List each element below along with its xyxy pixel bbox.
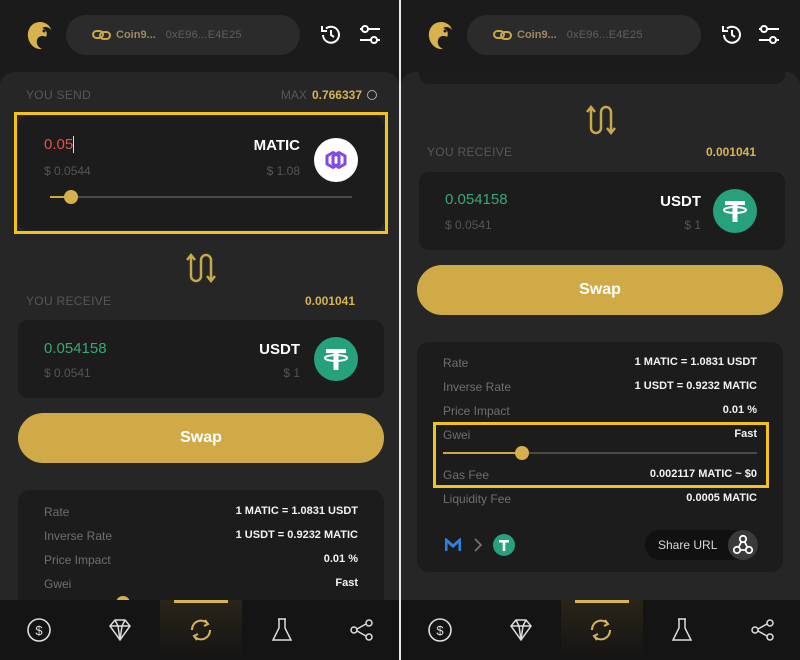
app-header: Coin9... 0xE96...E4E25 (401, 0, 800, 72)
flask-icon[interactable] (268, 616, 296, 644)
receive-amount-usd: $ 0.0541 (445, 218, 492, 232)
swap-button[interactable]: Swap (18, 413, 384, 463)
rate-value: 1 MATIC = 1.0831 USDT (634, 356, 757, 368)
share-nodes-icon[interactable] (348, 616, 376, 644)
nav-active-indicator (575, 600, 629, 603)
sliders-icon[interactable] (357, 22, 383, 48)
bottom-nav: $ (0, 600, 399, 660)
swap-panel-scrolled: YOU RECEIVE 0.001041 0.054158 $ 0.0541 U… (401, 72, 800, 604)
history-icon[interactable] (318, 22, 344, 48)
inverse-rate-label: Inverse Rate (443, 380, 512, 394)
receive-amount: 0.054158 (445, 191, 508, 208)
usdt-route-icon (493, 534, 515, 556)
price-impact-value: 0.01 % (323, 553, 358, 565)
max-balance[interactable]: MAX 0.766337 (281, 88, 377, 102)
swap-cycle-icon[interactable] (587, 616, 615, 644)
swap-direction-icon[interactable] (183, 250, 219, 286)
liquidity-fee-value: 0.0005 MATIC (686, 492, 757, 504)
usdt-token-icon[interactable] (713, 189, 757, 233)
phone-screen-details: Coin9... 0xE96...E4E25 YOU RECEIVE 0.001… (401, 0, 800, 660)
receive-token-price: $ 1 (684, 218, 701, 232)
swap-panel: YOU SEND MAX 0.766337 0.05 $ 0.0544 MATI… (0, 72, 399, 604)
share-nodes-icon[interactable] (749, 616, 777, 644)
price-impact-label: Price Impact (443, 404, 510, 418)
sliders-icon[interactable] (756, 22, 782, 48)
receive-amount: 0.054158 (44, 340, 107, 357)
wallet-address: 0xE96...E4E25 (165, 29, 242, 41)
rate-label: Rate (44, 505, 70, 519)
receive-token-name[interactable]: USDT (259, 341, 300, 358)
inverse-rate-value: 1 USDT = 0.9232 MATIC (634, 380, 757, 392)
receive-amount-usd: $ 0.0541 (44, 366, 91, 380)
dragon-logo-icon[interactable] (425, 20, 457, 52)
send-box-bottom-edge (419, 72, 785, 84)
you-send-label: YOU SEND (26, 88, 92, 102)
phone-screen-send: Coin9... 0xE96...E4E25 YOU SEND MAX 0.76… (0, 0, 399, 660)
link-icon (493, 30, 512, 40)
wallet-name: Coin9... (116, 29, 156, 41)
gwei-label: Gwei (44, 577, 72, 591)
max-value: 0.766337 (311, 88, 362, 102)
receive-rate-value: 0.001041 (304, 294, 355, 308)
rate-label: Rate (443, 356, 469, 370)
swap-button[interactable]: Swap (417, 265, 783, 315)
swap-details-card: Rate 1 MATIC = 1.0831 USDT Inverse Rate … (18, 490, 384, 604)
share-url-button[interactable]: Share URL (645, 530, 758, 560)
nav-active-indicator (174, 600, 228, 603)
receive-box: 0.054158 $ 0.0541 USDT $ 1 (18, 320, 384, 398)
receive-token-price: $ 1 (283, 366, 300, 380)
inverse-rate-value: 1 USDT = 0.9232 MATIC (235, 529, 358, 541)
inverse-rate-label: Inverse Rate (44, 529, 113, 543)
svg-text:$: $ (35, 623, 43, 638)
receive-box: 0.054158 $ 0.0541 USDT $ 1 (419, 172, 785, 250)
dragon-logo-icon[interactable] (24, 20, 56, 52)
dollar-coin-icon[interactable]: $ (25, 616, 53, 644)
app-header: Coin9... 0xE96...E4E25 (0, 0, 399, 72)
diamond-icon[interactable] (106, 616, 134, 644)
wallet-pill[interactable]: Coin9... 0xE96...E4E25 (66, 15, 300, 55)
receive-rate-value: 0.001041 (705, 145, 756, 159)
price-impact-value: 0.01 % (722, 404, 757, 416)
highlight-send-box (14, 112, 388, 234)
you-receive-label: YOU RECEIVE (427, 145, 513, 159)
share-url-label: Share URL (658, 538, 718, 552)
price-impact-label: Price Impact (44, 553, 111, 567)
highlight-gas-section (433, 422, 769, 488)
svg-text:$: $ (436, 623, 444, 638)
chevron-right-icon (474, 538, 483, 552)
refresh-icon[interactable] (367, 90, 377, 100)
bottom-nav: $ (401, 600, 800, 660)
swap-direction-icon[interactable] (583, 102, 619, 138)
liquidity-fee-label: Liquidity Fee (443, 492, 512, 506)
max-label: MAX (280, 88, 307, 102)
receive-token-name[interactable]: USDT (660, 193, 701, 210)
link-icon (92, 30, 111, 40)
share-network-icon[interactable] (728, 530, 758, 560)
usdt-token-icon[interactable] (314, 337, 358, 381)
history-icon[interactable] (719, 22, 745, 48)
wallet-pill[interactable]: Coin9... 0xE96...E4E25 (467, 15, 701, 55)
exchange-route-icon (445, 538, 461, 551)
flask-icon[interactable] (668, 616, 696, 644)
diamond-icon[interactable] (507, 616, 535, 644)
wallet-name: Coin9... (517, 29, 557, 41)
you-receive-label: YOU RECEIVE (26, 294, 112, 308)
rate-value: 1 MATIC = 1.0831 USDT (235, 505, 358, 517)
dollar-coin-icon[interactable]: $ (426, 616, 454, 644)
swap-cycle-icon[interactable] (187, 616, 215, 644)
wallet-address: 0xE96...E4E25 (566, 29, 643, 41)
gwei-value: Fast (335, 577, 358, 589)
